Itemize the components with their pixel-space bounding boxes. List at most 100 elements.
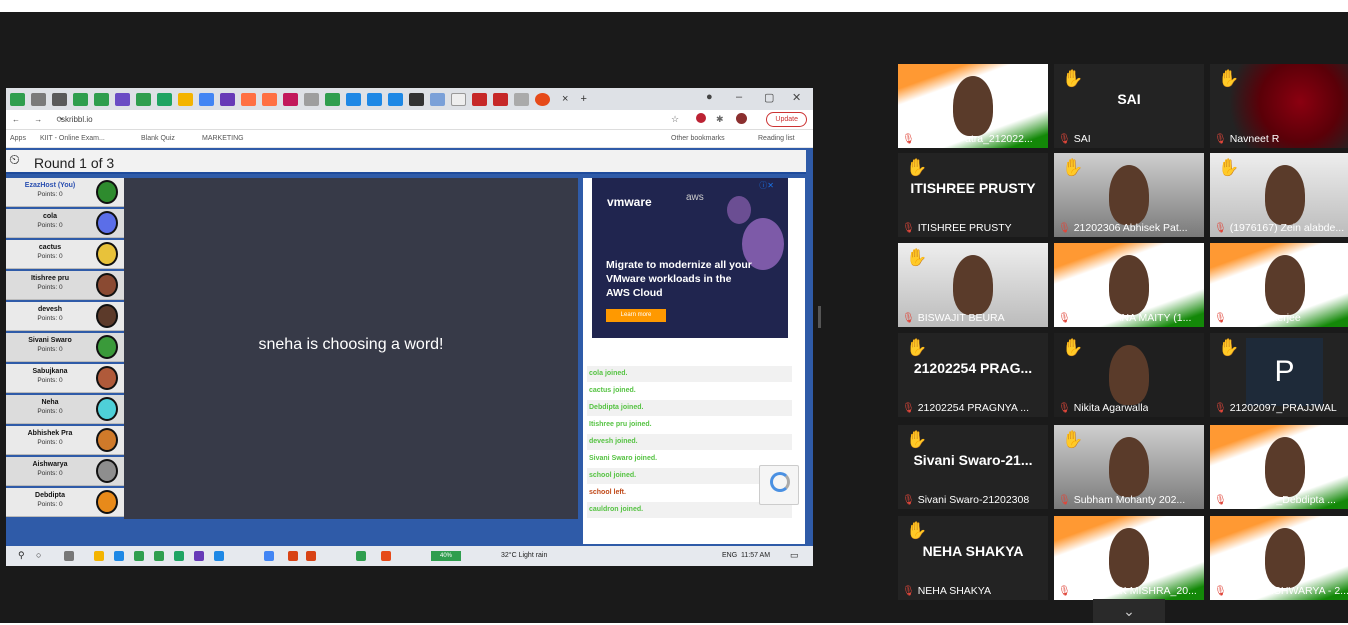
update-button[interactable]: Update [766, 112, 807, 127]
drawing-canvas[interactable]: sneha is choosing a word! [124, 178, 578, 519]
cortana-icon[interactable]: ○ [36, 550, 41, 560]
participant-name-label: 🎙 Subham Mohanty 202... [1058, 494, 1185, 506]
participant-tile[interactable]: 🎙 SABUJKANA MAITY (1... [1054, 243, 1204, 327]
participant-tile[interactable]: ✋ 🎙 Navneet R [1210, 64, 1348, 148]
tab-icon[interactable] [10, 92, 25, 106]
tab-icon[interactable] [430, 92, 445, 106]
app-icon[interactable] [381, 551, 391, 561]
language-indicator[interactable]: ENG [722, 552, 737, 559]
participant-tile[interactable]: ✋ 🎙 (1976167) Zein alabde... [1210, 153, 1348, 237]
tab-icon[interactable] [73, 92, 88, 106]
tab-icon[interactable] [472, 92, 487, 106]
tab-icon[interactable] [262, 92, 277, 106]
participant-tile[interactable]: 🎙 IPSITA AISHWARYA - 2... [1210, 516, 1348, 600]
search-icon[interactable]: ⚲ [18, 550, 25, 561]
powerpoint-icon[interactable] [288, 551, 298, 561]
tab-icon[interactable] [115, 92, 130, 106]
app-icon[interactable] [194, 551, 204, 561]
app-icon[interactable] [306, 551, 316, 561]
participant-name-label: 🎙 21202097_PRAJJWAL [1214, 402, 1337, 414]
participant-tile[interactable]: ✋ 🎙 Nikita Agarwalla [1054, 333, 1204, 417]
bookmark-blank-quiz[interactable]: Blank Quiz [141, 135, 175, 142]
raised-hand-icon: ✋ [906, 248, 928, 267]
participant-name: ABHISHEK MISHRA_20... [1073, 585, 1197, 597]
taskview-icon[interactable] [64, 551, 74, 561]
puzzle-icon[interactable]: ✱ [716, 114, 724, 125]
participant-tile[interactable]: ✋ 🎙 Subham Mohanty 202... [1054, 425, 1204, 509]
raised-hand-icon: ✋ [1062, 338, 1084, 357]
raised-hand-icon: ✋ [1062, 158, 1084, 177]
ad-cta-button[interactable]: Learn more [606, 309, 666, 322]
star-icon[interactable]: ☆ [671, 114, 679, 125]
app-icon[interactable] [264, 551, 274, 561]
participant-tile[interactable]: P ✋ 🎙 21202097_PRAJJWAL [1210, 333, 1348, 417]
tab-icon[interactable] [52, 92, 67, 106]
word-icon[interactable] [214, 551, 224, 561]
app-icon[interactable] [174, 551, 184, 561]
tab-icon[interactable] [241, 92, 256, 106]
participant-name-label: 🎙 Navneet R [1214, 133, 1279, 145]
battery-indicator[interactable]: 40% [431, 551, 461, 561]
close-window-icon[interactable]: ✕ [792, 91, 801, 104]
participant-tile[interactable]: ✋ 🎙 21202306 Abhisek Pat... [1054, 153, 1204, 237]
expand-gallery-button[interactable]: ⌄ [1093, 599, 1165, 623]
tab-icon[interactable] [409, 92, 424, 106]
new-tab-icon[interactable]: + [580, 93, 586, 105]
tab-icon[interactable] [514, 92, 529, 106]
participant-tile[interactable]: ITISHREE PRUSTY ✋ 🎙 ITISHREE PRUSTY [898, 153, 1048, 237]
tab-icon[interactable] [31, 92, 46, 106]
tab-icon[interactable] [199, 92, 214, 106]
profile-icon[interactable]: ● [706, 91, 713, 103]
avatar[interactable] [736, 113, 747, 124]
tab-icon[interactable] [367, 92, 382, 106]
app-icon[interactable] [356, 551, 366, 561]
tab-icon[interactable] [451, 92, 466, 106]
player-name: Itishree pru [30, 275, 70, 282]
participant-tile[interactable]: 🎙 ABHISHEK MISHRA_20... [1054, 516, 1204, 600]
participant-tile[interactable]: 🎙 Prerana Patra_212022... [898, 64, 1048, 148]
chrome-icon[interactable] [134, 551, 144, 561]
maximize-icon[interactable]: ▢ [764, 91, 774, 104]
app-icon[interactable] [154, 551, 164, 561]
participant-name: Avik Chatterjee [1229, 312, 1301, 324]
participant-tile[interactable]: Sivani Swaro-21... ✋ 🎙 Sivani Swaro-2120230… [898, 425, 1048, 509]
tab-icon[interactable] [157, 92, 172, 106]
participant-tile[interactable]: ✋ 🎙 BISWAJIT BEURA [898, 243, 1048, 327]
bookmark-marketing[interactable]: MARKETING [202, 135, 244, 142]
minimize-icon[interactable]: – [736, 91, 742, 103]
extension-icon[interactable] [696, 113, 706, 123]
clock[interactable]: 11:57 AM [741, 552, 770, 559]
recaptcha-badge[interactable] [759, 465, 799, 505]
tab-icon[interactable] [136, 92, 151, 106]
url-field[interactable]: skribbl.io [61, 115, 93, 124]
splitter-handle[interactable] [818, 306, 821, 328]
bookmark-other[interactable]: Other bookmarks [671, 135, 725, 142]
tab-icon[interactable] [493, 92, 508, 106]
advertisement[interactable]: vmware aws ⓘ✕ Migrate to modernize all y… [592, 178, 788, 338]
zoom-icon[interactable] [114, 551, 124, 561]
participant-tile[interactable]: NEHA SHAKYA ✋ 🎙 NEHA SHAKYA [898, 516, 1048, 600]
participant-tile[interactable]: 21202254 PRAG... ✋ 🎙 21202254 PRAGNYA ... [898, 333, 1048, 417]
tab-icon[interactable] [346, 92, 361, 106]
tab-icon[interactable] [178, 92, 193, 106]
bookmark-apps[interactable]: Apps [10, 135, 26, 142]
player-name: EzazHost (You) [24, 182, 76, 189]
participant-tile[interactable]: 🎙 Avik Chatterjee [1210, 243, 1348, 327]
ad-close-icon[interactable]: ⓘ✕ [759, 180, 774, 191]
participant-tile[interactable]: SAI ✋ 🎙 SAI [1054, 64, 1204, 148]
tab-icon[interactable] [220, 92, 235, 106]
weather-widget[interactable]: 32°C Light rain [501, 552, 547, 559]
participant-tile[interactable]: 🎙 21202037_Debdipta ... [1210, 425, 1348, 509]
tab-icon[interactable] [283, 92, 298, 106]
tab-icon[interactable] [304, 92, 319, 106]
tab-icon[interactable] [388, 92, 403, 106]
tab-icon[interactable] [94, 92, 109, 106]
bookmark-kiit[interactable]: KIIT - Online Exam... [40, 135, 105, 142]
explorer-icon[interactable] [94, 551, 104, 561]
close-tab-icon[interactable]: × [562, 93, 568, 105]
bookmark-reading-list[interactable]: Reading list [758, 135, 795, 142]
tab-icon[interactable] [325, 92, 340, 106]
player-avatar [96, 366, 118, 390]
notification-icon[interactable]: ▭ [790, 550, 799, 561]
tab-icon-active[interactable] [535, 92, 550, 106]
